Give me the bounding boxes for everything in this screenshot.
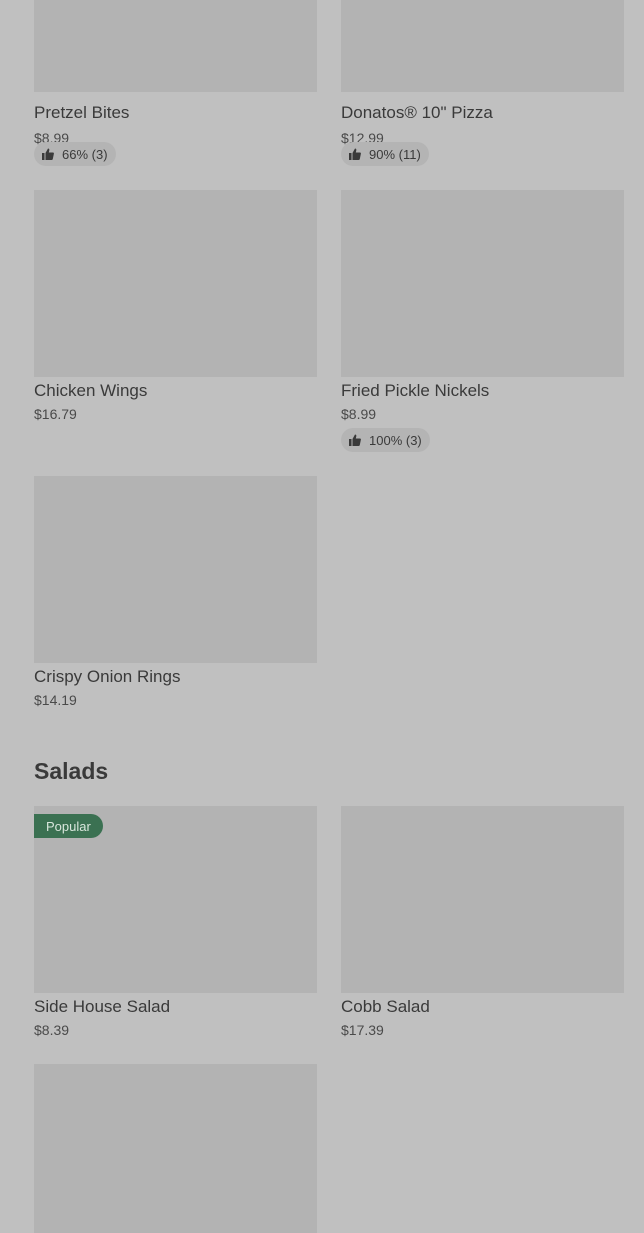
- rating-badge: 66% (3): [34, 142, 116, 166]
- item-name: Chicken Wings: [34, 381, 148, 400]
- section-title: Salads: [34, 758, 109, 784]
- menu-item-card[interactable]: Pretzel Bites $8.99 66% (3): [34, 0, 317, 166]
- menu-item-card[interactable]: Popular Side House Salad $8.39: [34, 806, 317, 1038]
- rating-text: 100% (3): [369, 432, 422, 448]
- item-image: [34, 1064, 317, 1233]
- thumbs-up-icon: [42, 148, 54, 160]
- item-image: Popular: [34, 806, 317, 993]
- menu-page: Pretzel Bites $8.99 66% (3) Donatos® 10"…: [0, 0, 644, 1233]
- menu-item-card[interactable]: Donatos® 10" Pizza $12.99 90% (11): [341, 0, 624, 166]
- rating-text: 90% (11): [369, 146, 421, 162]
- menu-item-card[interactable]: Crispy Onion Rings $14.19: [34, 476, 317, 708]
- menu-item-card[interactable]: [34, 1064, 317, 1233]
- item-image: [341, 806, 624, 993]
- popular-badge: Popular: [34, 814, 103, 838]
- menu-item-card[interactable]: Chicken Wings $16.79: [34, 190, 317, 422]
- item-image: [34, 0, 317, 92]
- item-price: $8.99: [341, 406, 377, 422]
- item-price: $17.39: [341, 1022, 384, 1038]
- item-image: [34, 190, 317, 377]
- rating-badge: 90% (11): [341, 142, 429, 166]
- thumbs-up-icon: [349, 148, 361, 160]
- item-image: [341, 190, 624, 377]
- item-image: [34, 476, 317, 663]
- item-price: $14.19: [34, 692, 77, 708]
- item-name: Crispy Onion Rings: [34, 667, 181, 686]
- thumbs-up-icon: [349, 434, 361, 446]
- item-price: $8.39: [34, 1022, 70, 1038]
- item-name: Fried Pickle Nickels: [341, 381, 490, 400]
- menu-item-card[interactable]: Cobb Salad $17.39: [341, 806, 624, 1038]
- item-image: [341, 0, 624, 92]
- item-name: Pretzel Bites: [34, 103, 130, 122]
- rating-text: 66% (3): [62, 146, 108, 162]
- item-name: Side House Salad: [34, 997, 171, 1016]
- item-price: $16.79: [34, 406, 77, 422]
- item-name: Donatos® 10" Pizza: [341, 103, 493, 122]
- item-name: Cobb Salad: [341, 997, 430, 1016]
- menu-item-card[interactable]: Fried Pickle Nickels $8.99 100% (3): [341, 190, 624, 452]
- rating-badge: 100% (3): [341, 428, 430, 452]
